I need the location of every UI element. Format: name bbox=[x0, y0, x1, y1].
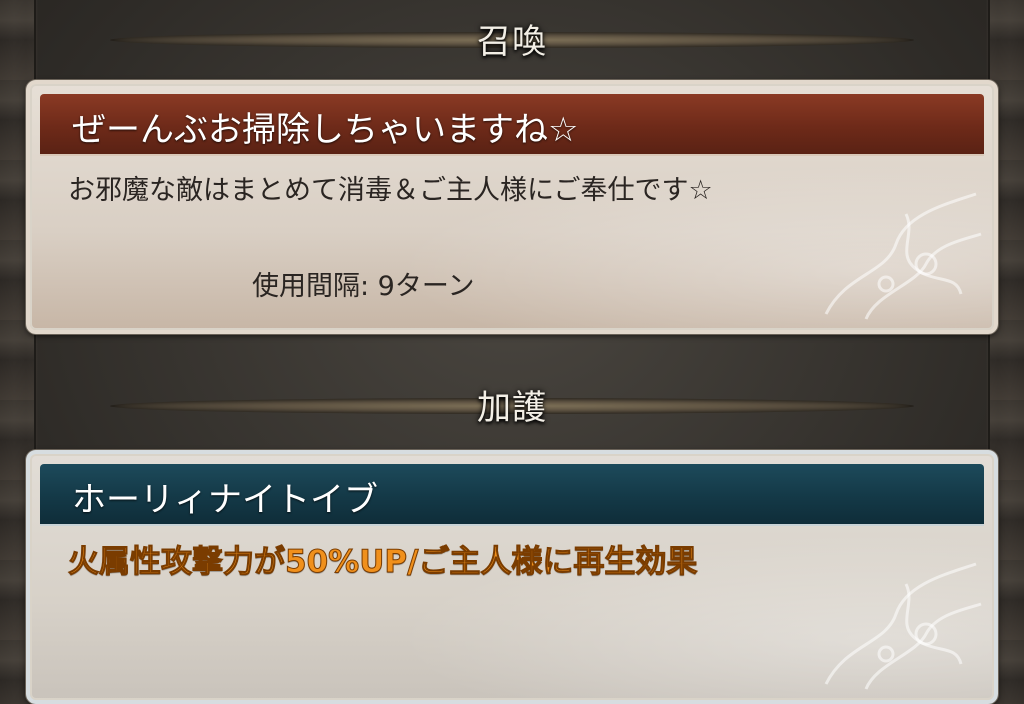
summon-section-header: 召喚 bbox=[110, 10, 914, 66]
summon-skill-description: お邪魔な敵はまとめて消毒＆ご主人様にご奉仕です☆ bbox=[68, 175, 713, 206]
summon-skill-title-bar: ぜーんぶお掃除しちゃいますね☆ bbox=[40, 94, 984, 154]
blessing-skill-title-bar: ホーリィナイトイブ bbox=[40, 464, 984, 524]
summon-skill-card: ぜーんぶお掃除しちゃいますね☆ お邪魔な敵はまとめて消毒＆ご主人様にご奉仕です☆… bbox=[26, 80, 998, 334]
summon-details-screen: 召喚 ぜーんぶお掃除しちゃいますね☆ お邪魔な敵はまとめて消毒＆ご主人様にご奉仕… bbox=[0, 0, 1024, 704]
blessing-skill-description: 火属性攻撃力が50%UP/ご主人様に再生効果 bbox=[67, 544, 698, 581]
filigree-ornament-icon bbox=[824, 562, 982, 690]
blessing-skill-card: ホーリィナイトイブ 火属性攻撃力が50%UP/ご主人様に再生効果 bbox=[26, 450, 998, 704]
blessing-header-title: 加護 bbox=[477, 388, 547, 428]
blessing-skill-name: ホーリィナイトイブ bbox=[72, 480, 378, 520]
blessing-section-header: 加護 bbox=[110, 376, 914, 432]
filigree-ornament-icon bbox=[824, 192, 982, 320]
summon-skill-cooldown: 使用間隔: 9ターン bbox=[252, 271, 475, 302]
summon-header-title: 召喚 bbox=[477, 22, 547, 62]
summon-skill-name: ぜーんぶお掃除しちゃいますね☆ bbox=[72, 110, 579, 150]
